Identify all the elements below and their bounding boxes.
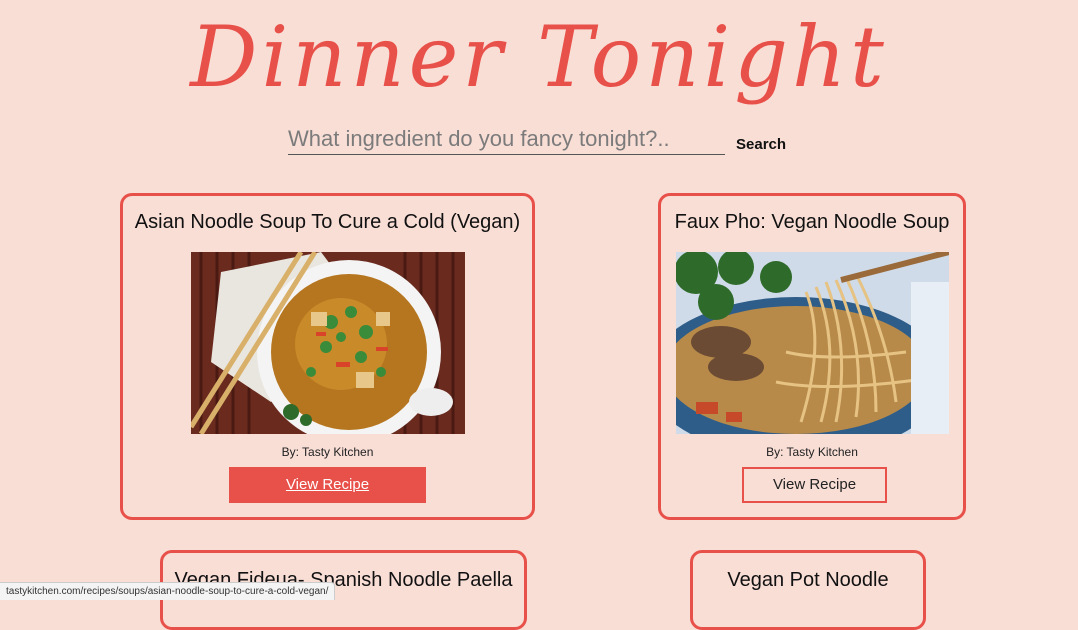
recipe-author: By: Tasty Kitchen: [766, 445, 858, 459]
view-recipe-button[interactable]: View Recipe: [742, 467, 887, 503]
page-title: Dinner Tonight: [190, 8, 888, 106]
recipe-title: Asian Noodle Soup To Cure a Cold (Vegan): [134, 211, 521, 233]
recipe-card: Asian Noodle Soup To Cure a Cold (Vegan): [120, 193, 535, 520]
view-recipe-button[interactable]: View Recipe: [229, 467, 426, 503]
status-bar-url: tastykitchen.com/recipes/soups/asian-noo…: [0, 582, 336, 600]
recipe-image[interactable]: [191, 252, 465, 434]
recipe-card: Faux Pho: Vegan Noodle Soup By: Tasty Ki…: [658, 193, 966, 520]
recipe-title: Vegan Pot Noodle: [727, 569, 889, 591]
recipe-title: Faux Pho: Vegan Noodle Soup: [674, 211, 950, 233]
recipe-image[interactable]: [676, 252, 949, 434]
search-button[interactable]: Search: [730, 130, 792, 158]
recipe-card: Vegan Pot Noodle: [690, 550, 926, 630]
search-input[interactable]: [288, 124, 725, 155]
recipe-author: By: Tasty Kitchen: [281, 445, 374, 459]
